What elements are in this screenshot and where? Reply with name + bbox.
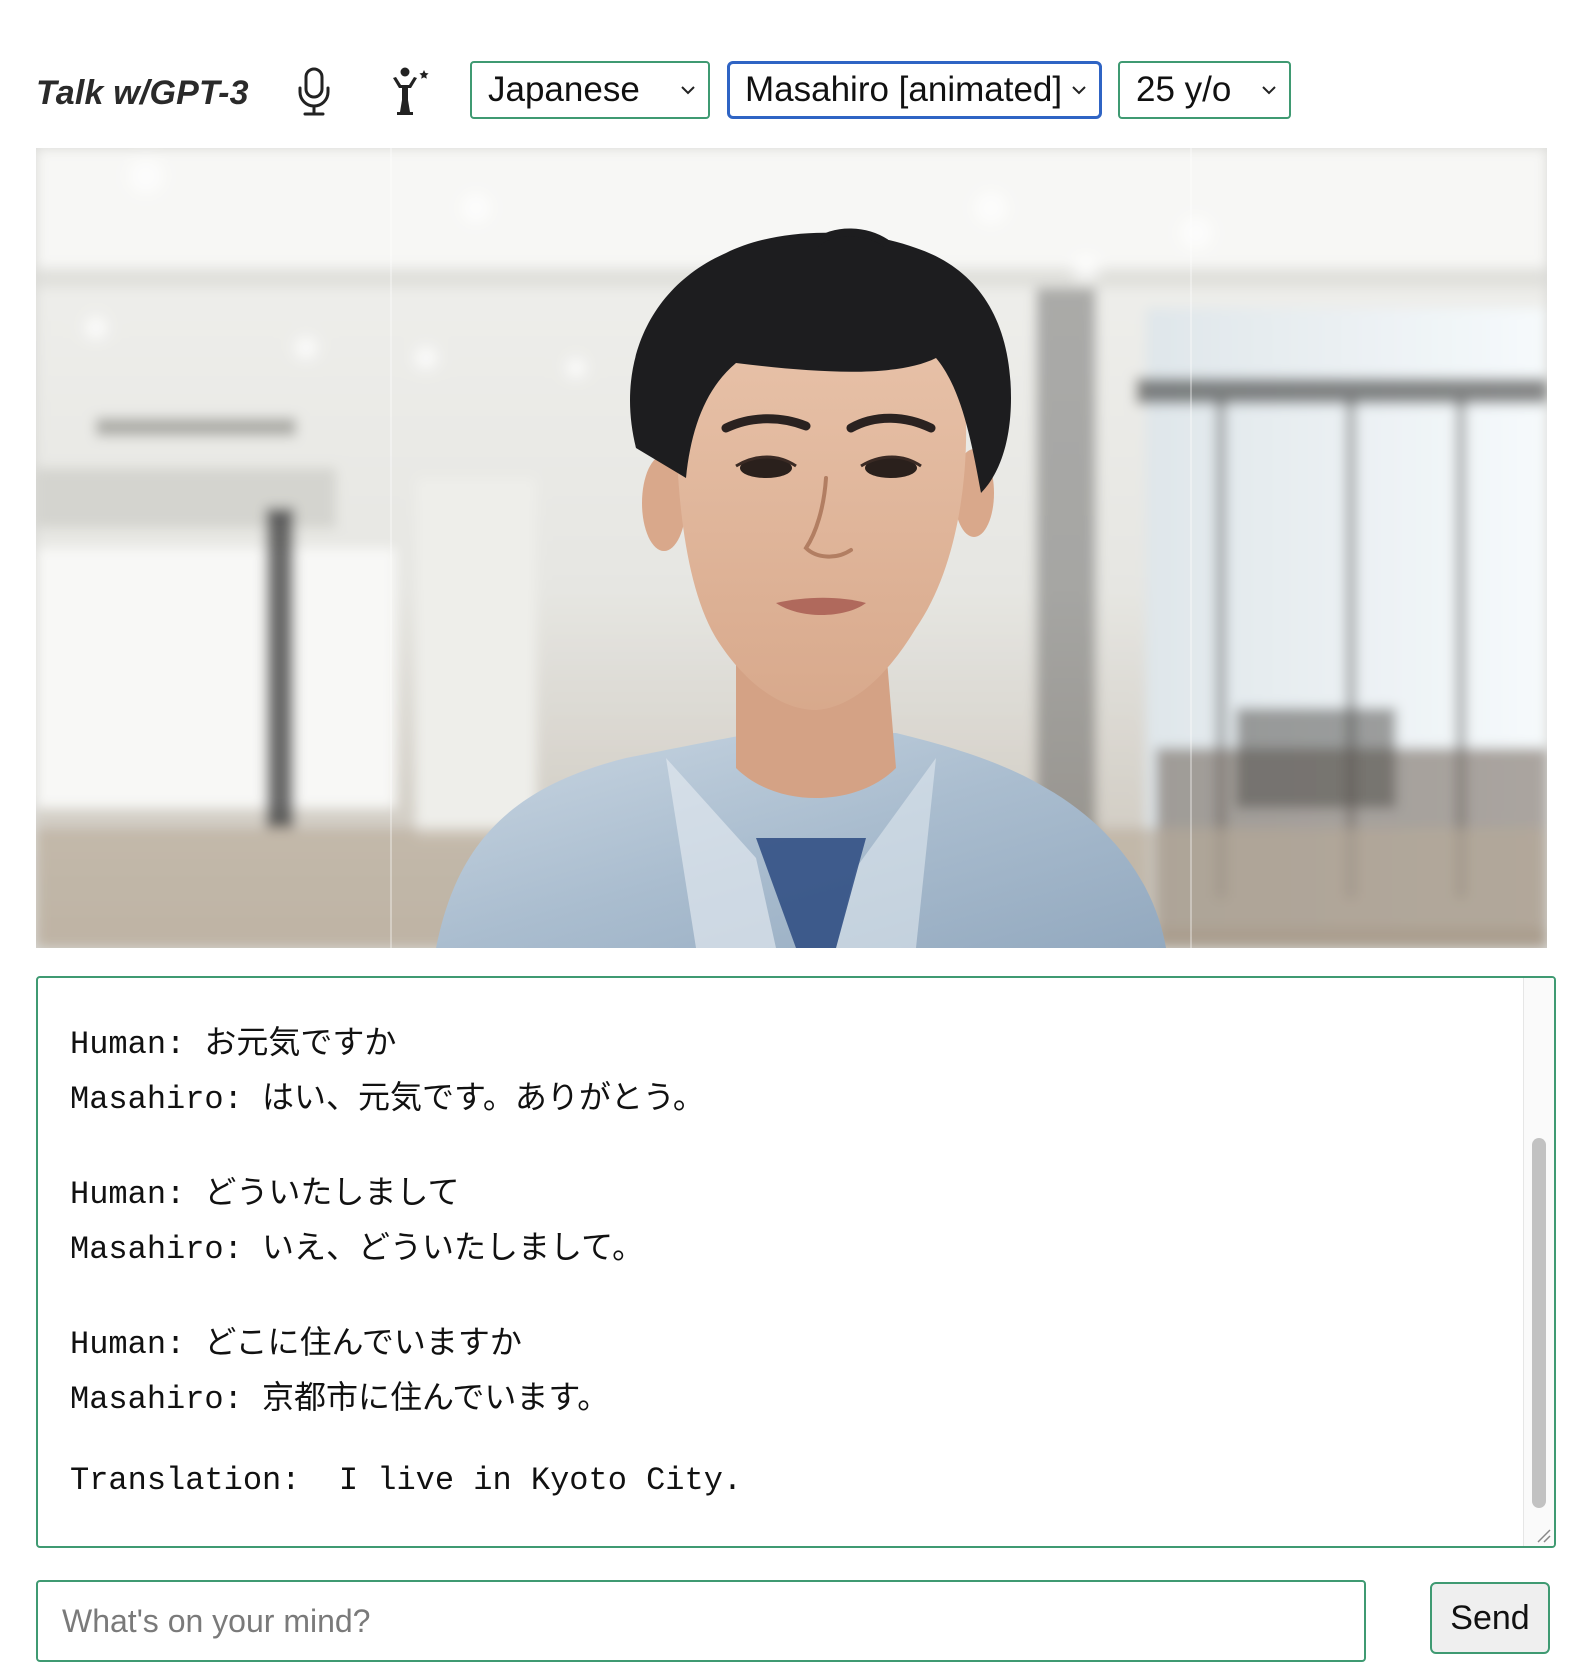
human-speaker-label: Human: [70,1026,186,1063]
chevron-down-icon [681,86,695,95]
age-select-value: 25 y/o [1136,70,1232,109]
chevron-down-icon [1072,86,1086,95]
ai-speaker-label: Masahiro: [70,1231,243,1268]
language-select-value: Japanese [488,70,640,109]
animated-person-icon [393,67,429,115]
avatar-photo [36,148,1547,948]
exchange: Human: お元気ですか Masahiro: はい、元気です。ありがとう。 [70,1016,1514,1126]
translation-line: Translation: I live in Kyoto City. [70,1462,742,1499]
persona-select-value: Masahiro [animated] [745,70,1063,109]
translation-label: Translation: [70,1462,301,1499]
message-input[interactable] [36,1580,1366,1662]
age-select[interactable]: 25 y/o [1118,61,1291,119]
ai-message: いえ、どういたしまして。 [262,1228,645,1266]
exchange: Human: どこに住んでいますか Masahiro: 京都市に住んでいます。 [70,1316,1514,1426]
transcript-scrollbar[interactable] [1523,978,1554,1546]
conversation-transcript[interactable]: Human: お元気ですか Masahiro: はい、元気です。ありがとう。 H… [36,976,1556,1548]
ai-speaker-label: Masahiro: [70,1381,243,1418]
toolbar: Talk w/GPT-3 Japanese Masahiro [animated… [36,52,1556,132]
human-line: Human: どこに住んでいますか [70,1316,1514,1371]
human-line: Human: お元気ですか [70,1016,1514,1071]
send-button[interactable]: Send [1430,1582,1550,1654]
avatar-photo-illustration [36,148,1547,948]
translation-text: I live in Kyoto City. [338,1462,743,1499]
language-select[interactable]: Japanese [470,61,710,119]
resize-handle-icon[interactable] [1534,1526,1552,1544]
human-message: どういたしまして [204,1173,460,1211]
human-speaker-label: Human: [70,1176,186,1213]
human-line: Human: どういたしまして [70,1166,1514,1221]
ai-line: Masahiro: はい、元気です。ありがとう。 [70,1071,1514,1126]
human-message: どこに住んでいますか [204,1323,522,1361]
microphone-button[interactable] [286,52,342,132]
ai-message: はい、元気です。ありがとう。 [262,1078,705,1116]
scrollbar-thumb[interactable] [1532,1138,1546,1508]
exchange: Human: どういたしまして Masahiro: いえ、どういたしまして。 [70,1166,1514,1276]
ai-line: Masahiro: いえ、どういたしまして。 [70,1221,1514,1276]
ai-speaker-label: Masahiro: [70,1081,243,1118]
human-message: お元気ですか [204,1023,397,1061]
ai-line: Masahiro: 京都市に住んでいます。 [70,1371,1514,1426]
app-title: Talk w/GPT-3 [36,74,249,112]
transcript-content: Human: お元気ですか Masahiro: はい、元気です。ありがとう。 H… [70,1016,1514,1466]
microphone-icon [298,67,330,116]
ai-message: 京都市に住んでいます。 [262,1378,610,1416]
chevron-down-icon [1262,86,1276,95]
animate-avatar-button[interactable] [381,52,437,132]
persona-select[interactable]: Masahiro [animated] [727,61,1102,119]
human-speaker-label: Human: [70,1326,186,1363]
